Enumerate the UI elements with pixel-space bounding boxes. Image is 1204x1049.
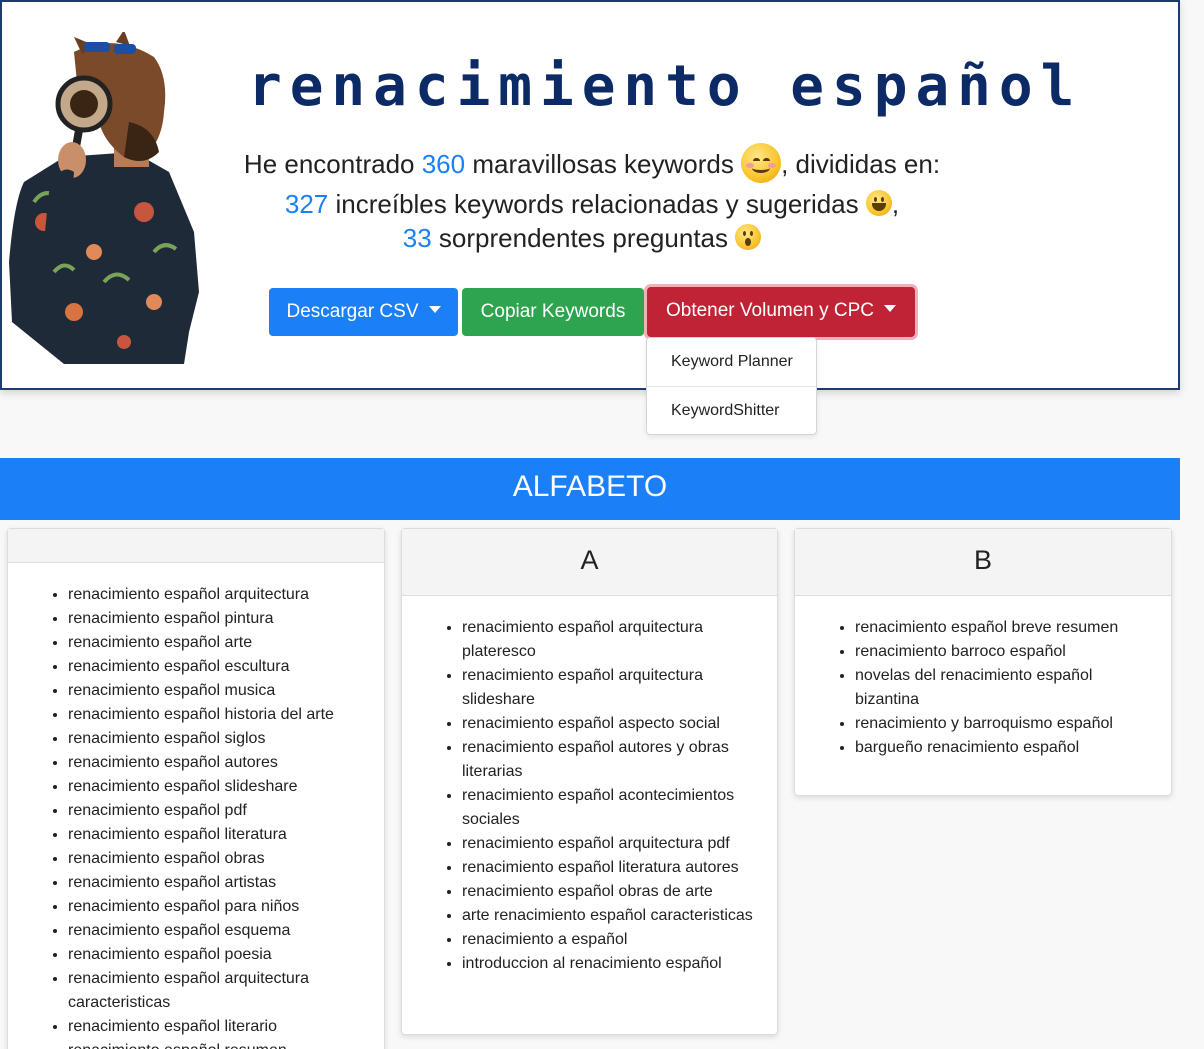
summary-line2-end: , <box>891 189 900 219</box>
keyword-list: renacimiento español arquitectura renaci… <box>8 563 384 1049</box>
card-heading: A <box>402 529 777 596</box>
list-item: renacimiento español esquema <box>68 919 370 943</box>
summary-line1-prefix: He encontrado <box>243 149 422 179</box>
list-item: renacimiento español slideshare <box>68 775 370 799</box>
list-item: renacimiento español literatura autores <box>462 856 763 880</box>
keyword-card-base: renacimiento español arquitectura renaci… <box>7 528 385 1049</box>
list-item: bargueño renacimiento español <box>855 736 1157 760</box>
download-csv-label: Descargar CSV <box>286 301 419 322</box>
list-item: renacimiento español musica <box>68 679 370 703</box>
get-volume-cpc-button[interactable]: Obtener Volumen y CPC <box>647 287 915 337</box>
list-item: introduccion al renacimiento español <box>462 952 763 976</box>
related-keywords-count: 327 <box>284 189 329 219</box>
summary-line2-text: increíbles keywords relacionadas y suger… <box>328 189 859 219</box>
summary-line1-suffix: maravillosas keywords <box>465 149 734 179</box>
copy-keywords-label: Copiar Keywords <box>480 301 626 322</box>
list-item: renacimiento español pintura <box>68 607 370 631</box>
horse-mask-mascot-image <box>9 32 199 364</box>
dropdown-item-keyword-planner[interactable]: Keyword Planner <box>647 338 816 386</box>
list-item: renacimiento español siglos <box>68 727 370 751</box>
summary-line1-end: , divididas en: <box>781 149 941 179</box>
list-item: renacimiento español artistas <box>68 871 370 895</box>
list-item: renacimiento español resumen <box>68 1039 370 1049</box>
chevron-down-icon <box>884 305 897 313</box>
list-item: renacimiento español arquitectura plater… <box>462 616 763 664</box>
list-item: renacimiento español autores y obras lit… <box>462 736 763 784</box>
list-item: renacimiento español arquitectura pdf <box>462 832 763 856</box>
list-item: renacimiento barroco español <box>855 640 1157 664</box>
list-item: renacimiento español para niños <box>68 895 370 919</box>
summary-line-1: He encontrado 360 maravillosas keywords … <box>202 143 982 184</box>
list-item: renacimiento español literatura <box>68 823 370 847</box>
list-item: renacimiento español acontecimientos soc… <box>462 784 763 832</box>
volume-cpc-dropdown-menu: Keyword Planner KeywordShitter <box>646 337 817 435</box>
list-item: renacimiento español arte <box>68 631 370 655</box>
keyword-list: renacimiento español breve resumen renac… <box>795 596 1171 760</box>
questions-count: 33 <box>402 223 432 253</box>
grinning-face-icon <box>865 190 892 217</box>
list-item: renacimiento español historia del arte <box>68 703 370 727</box>
keyword-card-b: B renacimiento español breve resumen ren… <box>794 528 1172 796</box>
list-item: renacimiento español poesia <box>68 943 370 967</box>
summary-text: He encontrado 360 maravillosas keywords … <box>202 143 982 253</box>
list-item: renacimiento español aspecto social <box>462 712 763 736</box>
list-item: renacimiento español obras <box>68 847 370 871</box>
get-volume-cpc-label: Obtener Volumen y CPC <box>665 300 875 321</box>
summary-line3-text: sorprendentes preguntas <box>431 223 728 253</box>
list-item: arte renacimiento español caracteristica… <box>462 904 763 928</box>
list-item: renacimiento español arquitectura caract… <box>68 967 370 1015</box>
list-item: renacimiento y barroquismo español <box>855 712 1157 736</box>
alfabeto-section-header: ALFABETO <box>0 458 1180 520</box>
list-item: novelas del renacimiento español bizanti… <box>855 664 1157 712</box>
hero-panel: renacimiento español He encontrado 360 m… <box>0 0 1180 390</box>
list-item: renacimiento español arquitectura slides… <box>462 664 763 712</box>
list-item: renacimiento español arquitectura <box>68 583 370 607</box>
list-item: renacimiento a español <box>462 928 763 952</box>
keyword-list: renacimiento español arquitectura plater… <box>402 596 777 976</box>
page-title: renacimiento español <box>248 54 1083 119</box>
copy-keywords-button[interactable]: Copiar Keywords <box>462 288 644 336</box>
summary-line-3: 33 sorprendentes preguntas <box>192 220 972 256</box>
total-keywords-count: 360 <box>421 149 466 179</box>
card-heading <box>8 529 384 563</box>
summary-line-2: 327 increíbles keywords relacionadas y s… <box>202 186 982 222</box>
dropdown-item-keywordshitter[interactable]: KeywordShitter <box>647 386 816 434</box>
astonished-face-icon <box>735 224 762 251</box>
list-item: renacimiento español breve resumen <box>855 616 1157 640</box>
list-item: renacimiento español escultura <box>68 655 370 679</box>
download-csv-button[interactable]: Descargar CSV <box>269 288 458 336</box>
chevron-down-icon <box>428 306 441 314</box>
card-heading: B <box>795 529 1171 596</box>
list-item: renacimiento español literario <box>68 1015 370 1039</box>
smiling-face-icon <box>741 143 782 184</box>
list-item: renacimiento español pdf <box>68 799 370 823</box>
list-item: renacimiento español autores <box>68 751 370 775</box>
keyword-card-a: A renacimiento español arquitectura plat… <box>401 528 778 1035</box>
list-item: renacimiento español obras de arte <box>462 880 763 904</box>
